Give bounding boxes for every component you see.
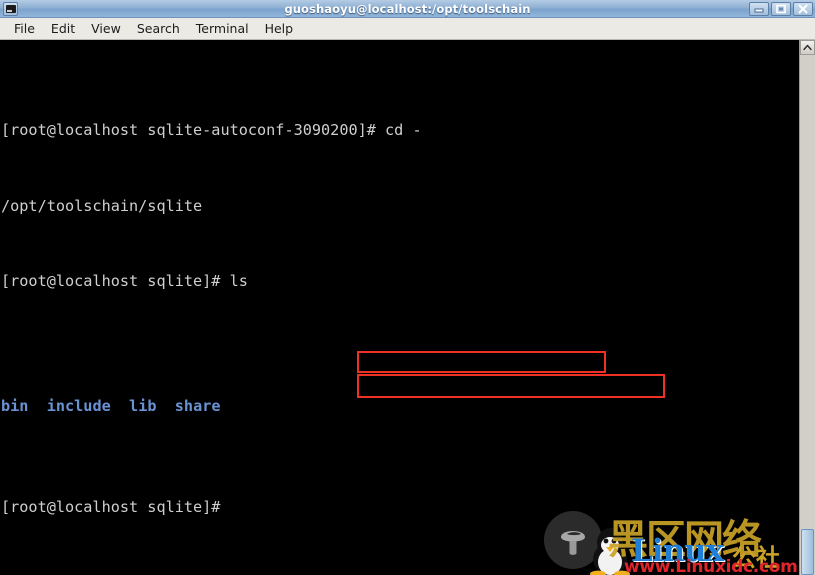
line-text: [root@localhost sqlite]# ls	[1, 271, 248, 290]
terminal-line: /opt/toolschain/sqlite	[1, 194, 799, 219]
menu-terminal[interactable]: Terminal	[188, 19, 257, 38]
ls-entry-share: share	[174, 397, 221, 416]
minimize-button[interactable]	[749, 1, 769, 16]
terminal-window: guoshaoyu@localhost:/opt/toolschain File…	[0, 0, 815, 575]
ls-entry-include: include	[46, 397, 111, 416]
terminal-body: [root@localhost sqlite-autoconf-3090200]…	[0, 40, 815, 575]
window-title: guoshaoyu@localhost:/opt/toolschain	[284, 1, 531, 16]
menu-edit[interactable]: Edit	[43, 19, 83, 38]
window-controls	[749, 1, 813, 16]
line-text: /opt/toolschain/sqlite	[1, 196, 203, 215]
window-titlebar[interactable]: guoshaoyu@localhost:/opt/toolschain	[0, 0, 815, 18]
ls-output-row: bin include lib share	[1, 394, 799, 419]
terminal-line: [root@localhost sqlite-autoconf-3090200]…	[1, 118, 799, 143]
maximize-button[interactable]	[771, 1, 791, 16]
terminal-line: [root@localhost sqlite]# ls	[1, 269, 799, 294]
terminal-screen[interactable]: [root@localhost sqlite-autoconf-3090200]…	[0, 40, 799, 575]
line-text: [root@localhost sqlite-autoconf-3090200]…	[1, 121, 422, 140]
terminal-line: [root@localhost sqlite]#	[1, 495, 799, 520]
menubar: File Edit View Search Terminal Help	[0, 18, 815, 40]
vertical-scrollbar[interactable]	[799, 40, 815, 575]
menu-view[interactable]: View	[83, 19, 129, 38]
scrollbar-track[interactable]	[800, 55, 815, 575]
menu-help[interactable]: Help	[257, 19, 302, 38]
close-button[interactable]	[793, 1, 813, 16]
terminal-icon	[3, 1, 18, 16]
scroll-up-icon[interactable]	[800, 40, 815, 55]
ls-entry-lib: lib	[129, 397, 157, 416]
menu-search[interactable]: Search	[129, 19, 188, 38]
terminal-line: [root@localhost sqlite]#	[1, 570, 799, 575]
menu-file[interactable]: File	[6, 19, 43, 38]
line-text: [root@localhost sqlite]#	[1, 497, 230, 516]
scrollbar-thumb[interactable]	[801, 529, 814, 575]
ls-entry-bin: bin	[1, 397, 29, 416]
